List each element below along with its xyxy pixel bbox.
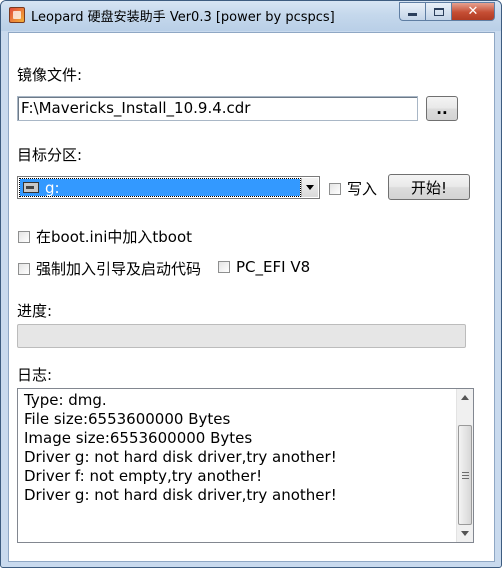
target-partition-label: 目标分区: [17,146,83,164]
title-bar[interactable]: Leopard 硬盘安装助手 Ver0.3 [power by pcspcs] … [1,1,501,31]
partition-selected: g: [19,178,301,197]
partition-select[interactable]: g: [17,176,320,199]
chevron-down-icon [306,185,314,190]
force-boot-label: 强制加入引导及启动代码 [36,260,202,278]
boot-ini-checkbox[interactable]: 在boot.ini中加入tboot [18,226,192,247]
start-button[interactable]: 开始! [388,174,470,200]
force-boot-checkbox[interactable]: 强制加入引导及启动代码 [18,258,201,279]
minimize-button[interactable] [399,2,425,21]
scroll-up-button[interactable] [457,389,473,406]
boot-ini-checkbox-box[interactable] [18,230,30,243]
progress-label: 进度: [17,302,53,320]
window-title: Leopard 硬盘安装助手 Ver0.3 [power by pcspcs] [31,10,335,25]
pc-efi-checkbox-box[interactable] [218,261,230,273]
browse-button[interactable]: .. [426,96,458,121]
maximize-icon [433,7,444,16]
chevron-up-icon [461,395,469,400]
log-line: Driver g: not hard disk driver,try anoth… [24,448,337,466]
log-line: File size:6553600000 Bytes [24,410,231,428]
maximize-button[interactable] [425,2,451,21]
scroll-down-button[interactable] [457,525,473,542]
partition-selected-value: g: [45,178,60,197]
image-file-label: 镜像文件: [17,66,83,84]
log-label: 日志: [17,366,53,384]
grip-icon [461,471,469,479]
scroll-thumb[interactable] [458,425,472,525]
close-button[interactable]: ✕ [451,2,495,21]
image-file-path: F:\Mavericks_Install_10.9.4.cdr [21,99,251,117]
log-line: Type: dmg. [24,391,107,409]
caption-buttons: ✕ [399,2,495,21]
write-label: 写入 [347,180,378,198]
client-area: 镜像文件: F:\Mavericks_Install_10.9.4.cdr ..… [8,32,495,562]
image-file-input[interactable]: F:\Mavericks_Install_10.9.4.cdr [17,96,418,121]
write-checkbox[interactable]: 写入 [329,178,377,199]
minimize-icon [408,13,417,16]
log-textarea[interactable]: Type: dmg. File size:6553600000 Bytes Imag… [17,388,474,543]
boot-ini-label: 在boot.ini中加入tboot [36,228,193,246]
log-line: Driver g: not hard disk driver,try anoth… [24,486,337,504]
log-scrollbar[interactable] [456,389,473,542]
drive-icon [23,182,39,193]
pc-efi-checkbox[interactable]: PC_EFI V8 [218,258,310,276]
log-lines: Type: dmg. File size:6553600000 Bytes Imag… [24,391,453,505]
pc-efi-label: PC_EFI V8 [236,258,311,276]
app-icon[interactable] [9,7,25,23]
force-boot-checkbox-box[interactable] [18,262,30,275]
log-line: Driver f: not empty,try another! [24,467,263,485]
dropdown-button[interactable] [301,178,318,197]
chevron-down-icon [461,531,469,536]
app-window: Leopard 硬盘安装助手 Ver0.3 [power by pcspcs] … [0,0,502,568]
log-line: Image size:6553600000 Bytes [24,429,253,447]
write-checkbox-box[interactable] [329,182,341,195]
progress-bar [17,324,466,348]
close-icon: ✕ [467,4,479,19]
